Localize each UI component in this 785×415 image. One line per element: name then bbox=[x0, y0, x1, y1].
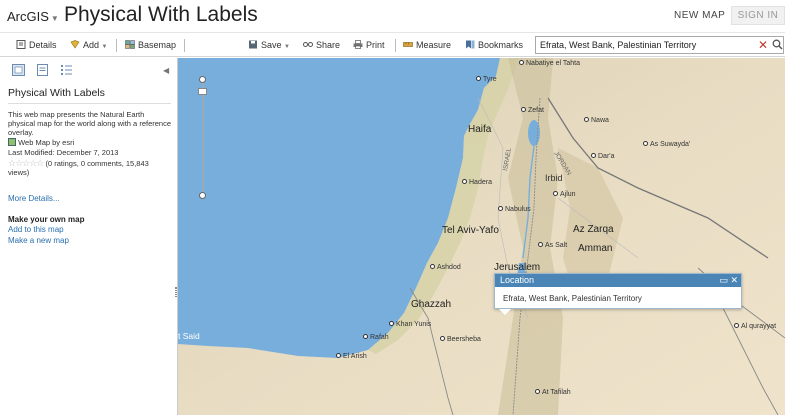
map-label: Tel Aviv-Yafo bbox=[442, 225, 499, 236]
search-value: Efrata, West Bank, Palestinian Territory bbox=[540, 40, 697, 50]
map-description: This web map presents the Natural Earth … bbox=[8, 110, 172, 137]
owner-text: Web Map by esri bbox=[18, 138, 75, 147]
popup-pointer bbox=[499, 309, 511, 315]
zoom-out-icon[interactable] bbox=[199, 192, 206, 199]
search-input[interactable]: Efrata, West Bank, Palestinian Territory… bbox=[535, 36, 784, 54]
location-popup: Location ▭ ✕ Efrata, West Bank, Palestin… bbox=[494, 273, 742, 315]
popup-controls: ▭ ✕ bbox=[719, 274, 738, 287]
about-tab-icon[interactable] bbox=[12, 64, 25, 76]
map-label: Ashdod bbox=[430, 264, 461, 271]
map-label: Haifa bbox=[468, 124, 492, 135]
toolbar-divider bbox=[184, 39, 185, 52]
panel-resize-handle[interactable] bbox=[175, 287, 177, 297]
measure-label: Measure bbox=[416, 40, 452, 50]
sign-in-button[interactable]: SIGN IN bbox=[731, 6, 785, 25]
bookmarks-label: Bookmarks bbox=[478, 40, 524, 50]
search-icon[interactable] bbox=[772, 39, 783, 50]
map-title: Physical With Labels bbox=[8, 87, 171, 104]
add-label: Add bbox=[83, 40, 100, 50]
print-button[interactable]: Print bbox=[353, 40, 385, 50]
map-label: Nabulus bbox=[498, 206, 531, 213]
map-label: Tyre bbox=[476, 76, 497, 83]
bookmarks-button[interactable]: Bookmarks bbox=[465, 40, 523, 50]
toolbar-divider bbox=[395, 39, 396, 52]
basemap-button[interactable]: Basemap bbox=[125, 40, 176, 50]
chevron-down-icon: ▼ bbox=[101, 44, 108, 50]
map-view[interactable]: Nabatiye el Tahta Tyre Zefat Nawa As Suw… bbox=[178, 58, 785, 415]
collapse-panel-icon[interactable]: ◀ bbox=[163, 66, 169, 75]
arcgis-menu[interactable]: ArcGIS ▼ bbox=[7, 9, 59, 24]
popup-header: Location bbox=[495, 274, 741, 287]
details-icon bbox=[16, 40, 26, 49]
popup-title: Location bbox=[500, 275, 535, 285]
close-icon[interactable]: ✕ bbox=[730, 275, 738, 285]
brand-label: ArcGIS bbox=[7, 9, 49, 24]
sidebar-panel: ◀ Physical With Labels This web map pres… bbox=[0, 58, 178, 415]
map-label: t Said bbox=[178, 331, 200, 341]
map-label: Jerusalem bbox=[494, 262, 541, 273]
sidebar-tabs: ◀ bbox=[0, 58, 177, 80]
map-label: Beersheba bbox=[440, 336, 481, 343]
views-count: views) bbox=[8, 168, 30, 177]
details-button[interactable]: Details bbox=[16, 40, 57, 50]
measure-button[interactable]: Measure bbox=[403, 40, 451, 50]
add-to-this-map-link[interactable]: Add to this map bbox=[8, 225, 64, 234]
map-label: Az Zarqa bbox=[573, 224, 614, 235]
basemap-icon bbox=[125, 40, 135, 49]
map-label: Ghazzah bbox=[411, 299, 452, 310]
map-label: Dar'a bbox=[591, 153, 615, 160]
save-button[interactable]: Save ▼ bbox=[248, 40, 290, 50]
clear-search-icon[interactable]: ✕ bbox=[758, 38, 768, 52]
page-title: Physical With Labels bbox=[64, 3, 258, 26]
add-icon bbox=[70, 40, 80, 49]
toolbar-divider bbox=[116, 39, 117, 52]
chevron-down-icon: ▼ bbox=[284, 44, 290, 50]
map-label: Hadera bbox=[462, 179, 492, 186]
map-label: Ajlun bbox=[553, 191, 576, 198]
details-label: Details bbox=[29, 40, 57, 50]
map-label: Rafah bbox=[363, 334, 389, 341]
zoom-in-icon[interactable] bbox=[199, 76, 206, 83]
make-own-map-heading: Make your own map bbox=[8, 215, 85, 224]
add-button[interactable]: Add ▼ bbox=[70, 40, 107, 50]
share-icon bbox=[303, 42, 313, 47]
map-label: As Salt bbox=[538, 242, 567, 249]
map-label: Nabatiye el Tahta bbox=[519, 60, 580, 67]
save-label: Save bbox=[261, 40, 282, 50]
map-label: Zefat bbox=[521, 107, 544, 114]
share-label: Share bbox=[316, 40, 341, 50]
web-map-icon bbox=[8, 138, 16, 146]
basemap-label: Basemap bbox=[138, 40, 177, 50]
map-label: Amman bbox=[578, 243, 613, 254]
map-label: As Suwayda' bbox=[643, 141, 690, 148]
map-label: At Tafilah bbox=[535, 389, 571, 396]
print-icon bbox=[353, 40, 363, 49]
rating-stars-icon[interactable]: ☆☆☆☆☆ bbox=[8, 158, 44, 168]
make-new-map-link[interactable]: Make a new map bbox=[8, 236, 69, 245]
measure-icon bbox=[403, 42, 413, 47]
maximize-icon[interactable]: ▭ bbox=[719, 275, 728, 285]
map-label: Irbid bbox=[545, 173, 563, 183]
map-label: Al qurayyat bbox=[734, 323, 776, 330]
zoom-slider[interactable] bbox=[202, 80, 204, 198]
print-label: Print bbox=[366, 40, 385, 50]
owner-line: Web Map by esri bbox=[8, 138, 74, 147]
more-details-link[interactable]: More Details... bbox=[8, 194, 60, 203]
map-label: Khan Yunis bbox=[389, 321, 431, 328]
modified-date: Last Modified: December 7, 2013 bbox=[8, 148, 119, 157]
chevron-down-icon: ▼ bbox=[50, 14, 59, 23]
app-header: ArcGIS ▼ Physical With Labels NEW MAP SIG… bbox=[0, 0, 785, 33]
popup-address: Efrata, West Bank, Palestinian Territory bbox=[503, 294, 642, 303]
basemap-image bbox=[178, 58, 785, 415]
save-icon bbox=[249, 40, 257, 49]
bookmarks-icon bbox=[466, 40, 475, 49]
new-map-button[interactable]: NEW MAP bbox=[674, 10, 725, 21]
share-button[interactable]: Share bbox=[303, 40, 340, 50]
map-label: Nawa bbox=[584, 117, 609, 124]
legend-tab-icon[interactable] bbox=[60, 64, 73, 76]
map-label: El Arish bbox=[336, 353, 367, 360]
content-tab-icon[interactable] bbox=[36, 64, 49, 76]
ratings-text: (0 ratings, 0 comments, 15,843 bbox=[45, 159, 149, 168]
zoom-slider-thumb[interactable] bbox=[198, 88, 207, 95]
